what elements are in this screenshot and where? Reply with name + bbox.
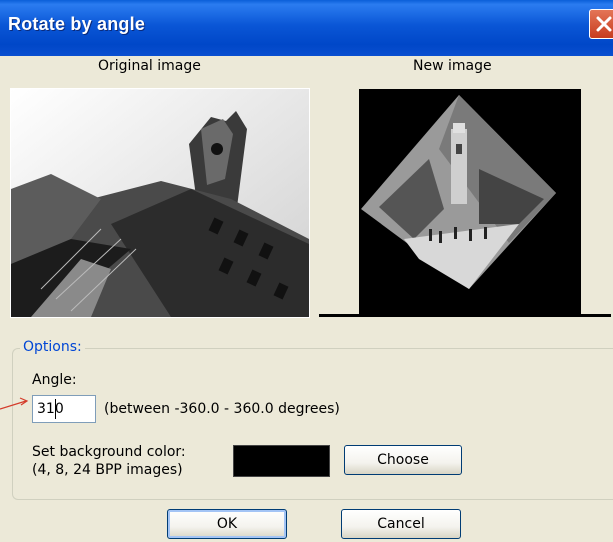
bg-color-label: Set background color: [32,444,186,460]
options-group-label: Options: [20,339,85,355]
angle-input[interactable] [32,395,96,423]
text-cursor [55,399,56,419]
angle-range-text: (between -360.0 - 360.0 degrees) [104,401,340,417]
new-image-label: New image [413,58,492,74]
window-title: Rotate by angle [8,14,146,34]
close-icon [596,16,612,32]
choose-button[interactable]: Choose [344,445,462,475]
original-image [10,88,310,318]
background-color-swatch[interactable] [233,445,330,477]
bg-color-label-note: (4, 8, 24 BPP images) [32,462,183,478]
ok-button[interactable]: OK [167,509,287,539]
annotation-arrow-icon [0,397,29,410]
original-image-label: Original image [98,58,201,74]
cancel-button[interactable]: Cancel [341,509,461,539]
title-bar: Rotate by angle [0,0,613,56]
angle-label: Angle: [32,372,77,388]
close-button[interactable] [589,9,613,39]
new-image [318,88,612,318]
